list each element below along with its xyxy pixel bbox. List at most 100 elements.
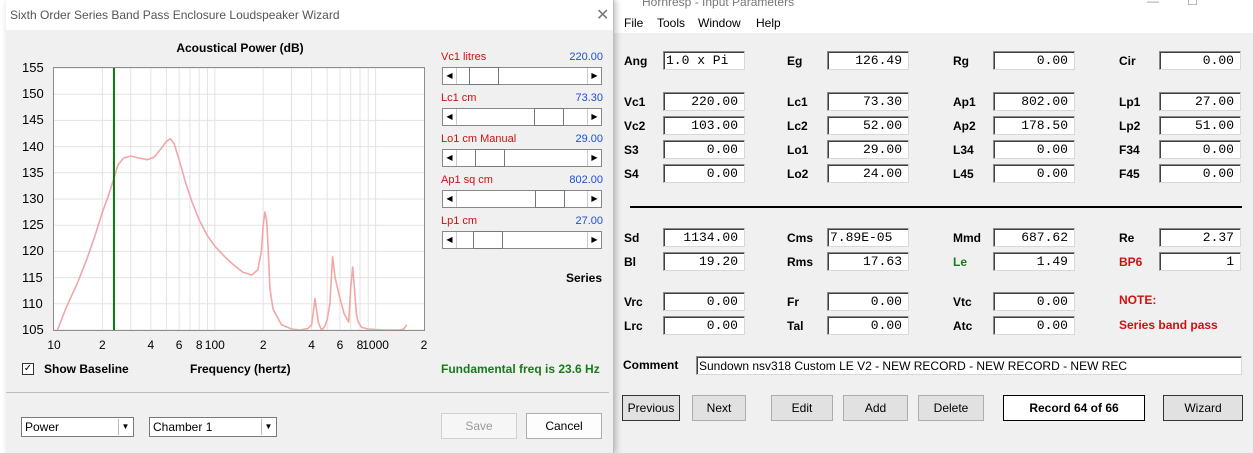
param-field-vtc[interactable]: 0.00 — [993, 292, 1075, 311]
slider-scrollbar-1[interactable]: ◀ ▶ — [442, 108, 602, 126]
chevron-down-icon[interactable]: ▼ — [261, 419, 275, 435]
comment-field[interactable]: Sundown nsv318 Custom LE V2 - NEW RECORD… — [696, 356, 1242, 375]
next-button[interactable]: Next — [692, 395, 746, 421]
param-field-rms[interactable]: 17.63 — [827, 252, 909, 271]
param-label-fr: Fr — [787, 295, 799, 309]
scroll-right-arrow-icon[interactable]: ▶ — [587, 191, 601, 207]
param-field-f45[interactable]: 0.00 — [1159, 164, 1241, 183]
slider-thumb[interactable] — [534, 108, 564, 126]
scroll-left-arrow-icon[interactable]: ◀ — [443, 150, 457, 166]
scroll-left-arrow-icon[interactable]: ◀ — [443, 232, 457, 248]
wizard-button[interactable]: Wizard — [1163, 395, 1243, 421]
comment-label: Comment — [623, 358, 679, 372]
series-label: Series — [566, 271, 603, 285]
param-field-mmd[interactable]: 687.62 — [993, 228, 1075, 247]
param-field-f34[interactable]: 0.00 — [1159, 140, 1241, 159]
param-field-vc2[interactable]: 103.00 — [663, 116, 745, 135]
param-field-vc1[interactable]: 220.00 — [663, 92, 745, 111]
slider-thumb[interactable] — [473, 231, 503, 249]
param-field-le[interactable]: 1.49 — [993, 252, 1075, 271]
scroll-right-arrow-icon[interactable]: ▶ — [587, 68, 601, 84]
param-field-lrc[interactable]: 0.00 — [663, 316, 745, 335]
y-tick-label: 120 — [22, 243, 44, 259]
param-label-cms: Cms — [787, 231, 814, 245]
param-field-l45[interactable]: 0.00 — [993, 164, 1075, 183]
param-field-re[interactable]: 2.37 — [1159, 228, 1241, 247]
param-field-vrc[interactable]: 0.00 — [663, 292, 745, 311]
chamber-select[interactable]: Chamber 1 ▼ — [149, 417, 277, 437]
scroll-left-arrow-icon[interactable]: ◀ — [443, 109, 457, 125]
param-field-sd[interactable]: 1134.00 — [663, 228, 745, 247]
param-field-s3[interactable]: 0.00 — [663, 140, 745, 159]
param-label-re: Re — [1119, 231, 1135, 245]
param-label-cir: Cir — [1119, 54, 1136, 68]
slider-value-1: 73.30 — [575, 92, 603, 104]
acoustical-power-chart[interactable] — [53, 67, 425, 331]
menu-file[interactable]: File — [624, 16, 643, 30]
slider-thumb[interactable] — [469, 67, 499, 85]
save-button[interactable]: Save — [441, 413, 517, 439]
slider-scrollbar-0[interactable]: ◀ ▶ — [442, 67, 602, 85]
menu-window[interactable]: Window — [698, 16, 741, 30]
minimize-icon[interactable]: — — [1147, 0, 1159, 8]
param-field-tal[interactable]: 0.00 — [827, 316, 909, 335]
slider-scrollbar-4[interactable]: ◀ ▶ — [442, 231, 602, 249]
add-button[interactable]: Add — [843, 395, 908, 421]
param-field-bl[interactable]: 19.20 — [663, 252, 745, 271]
cancel-button[interactable]: Cancel — [526, 413, 602, 439]
y-tick-label: 155 — [22, 60, 44, 75]
slider-thumb[interactable] — [475, 149, 505, 167]
scroll-right-arrow-icon[interactable]: ▶ — [587, 150, 601, 166]
previous-button[interactable]: Previous — [622, 395, 680, 421]
power-select[interactable]: Power ▼ — [21, 417, 134, 437]
slider-value-2: 29.00 — [575, 133, 603, 145]
param-field-lp1[interactable]: 27.00 — [1159, 92, 1241, 111]
param-field-eg[interactable]: 126.49 — [827, 51, 909, 70]
param-field-fr[interactable]: 0.00 — [827, 292, 909, 311]
slider-label-3: Ap1 sq cm — [441, 174, 493, 186]
maximize-icon[interactable]: ☐ — [1187, 0, 1198, 8]
chevron-down-icon[interactable]: ▼ — [118, 419, 132, 435]
param-field-rg[interactable]: 0.00 — [993, 51, 1075, 70]
param-label-eg: Eg — [787, 54, 803, 68]
param-field-l34[interactable]: 0.00 — [993, 140, 1075, 159]
param-field-lc1[interactable]: 73.30 — [827, 92, 909, 111]
param-field-bp6[interactable]: 1 — [1159, 252, 1241, 271]
scroll-left-arrow-icon[interactable]: ◀ — [443, 191, 457, 207]
param-field-ang[interactable]: 1.0 x Pi — [663, 51, 745, 70]
show-baseline-label[interactable]: Show Baseline — [44, 362, 129, 376]
y-tick-label: 115 — [22, 269, 43, 285]
param-field-ap1[interactable]: 802.00 — [993, 92, 1075, 111]
menu-tools[interactable]: Tools — [657, 16, 685, 30]
param-field-cms[interactable]: 7.89E-05 — [827, 228, 909, 247]
edit-button[interactable]: Edit — [771, 395, 833, 421]
param-label-s4: S4 — [624, 167, 639, 181]
param-field-lc2[interactable]: 52.00 — [827, 116, 909, 135]
menu-help[interactable]: Help — [756, 16, 781, 30]
slider-value-3: 802.00 — [569, 174, 603, 186]
close-icon[interactable]: ✕ — [596, 5, 609, 25]
wizard-title: Sixth Order Series Band Pass Enclosure L… — [10, 8, 340, 22]
param-field-lo2[interactable]: 24.00 — [827, 164, 909, 183]
param-field-atc[interactable]: 0.00 — [993, 316, 1075, 335]
param-field-lo1[interactable]: 29.00 — [827, 140, 909, 159]
param-field-cir[interactable]: 0.00 — [1159, 51, 1241, 70]
scroll-left-arrow-icon[interactable]: ◀ — [443, 68, 457, 84]
chamber-select-value: Chamber 1 — [153, 420, 213, 434]
power-response-line-0 — [56, 137, 408, 331]
hornresp-window-title: Hornresp - Input Parameters — [642, 0, 795, 9]
hornresp-menubar: File Tools Window Help — [612, 13, 1253, 33]
slider-scrollbar-3[interactable]: ◀ ▶ — [442, 190, 602, 208]
delete-button[interactable]: Delete — [918, 395, 984, 421]
param-field-s4[interactable]: 0.00 — [663, 164, 745, 183]
slider-scrollbar-2[interactable]: ◀ ▶ — [442, 149, 602, 167]
param-field-ap2[interactable]: 178.50 — [993, 116, 1075, 135]
param-label-f45: F45 — [1119, 167, 1140, 181]
param-field-lp2[interactable]: 51.00 — [1159, 116, 1241, 135]
scroll-right-arrow-icon[interactable]: ▶ — [587, 232, 601, 248]
note-text: Series band pass — [1119, 318, 1218, 332]
show-baseline-checkbox[interactable]: ✓ — [22, 363, 34, 375]
scroll-right-arrow-icon[interactable]: ▶ — [587, 109, 601, 125]
slider-thumb[interactable] — [535, 190, 565, 208]
param-label-bl: Bl — [624, 255, 636, 269]
